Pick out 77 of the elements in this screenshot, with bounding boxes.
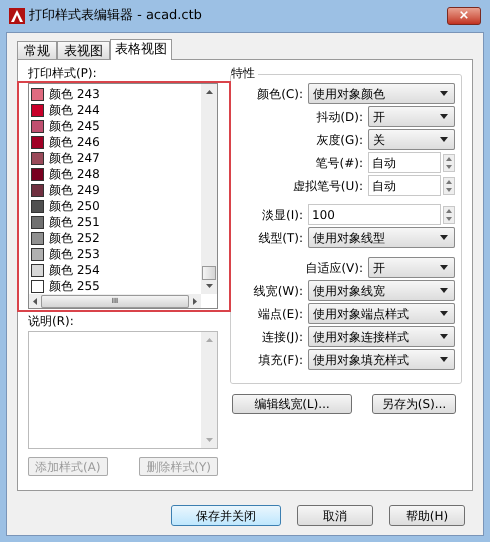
caret-icon (440, 114, 448, 119)
input-field[interactable]: 自动 (368, 175, 441, 196)
scroll-thumb[interactable] (202, 266, 216, 280)
dropdown-value: 使用对象线宽 (313, 282, 385, 300)
caret-icon (440, 265, 448, 270)
dropdown-value: 开 (373, 108, 385, 126)
dropdown[interactable]: 使用对象填充样式 (308, 349, 455, 370)
group-title: 特性 (231, 66, 258, 81)
input-field[interactable]: 自动 (368, 152, 441, 173)
app-logo-icon (9, 8, 25, 24)
tab[interactable]: 表格视图 (110, 39, 172, 60)
dropdown[interactable]: 使用对象连接样式 (308, 326, 455, 347)
field-label: 颜色(C): (257, 86, 303, 102)
caret-icon (440, 91, 448, 96)
caret-icon (440, 311, 448, 316)
list-item[interactable]: 颜色 253 (49, 245, 100, 263)
dropdown[interactable]: 使用对象线型 (308, 227, 455, 248)
scroll-up-icon[interactable] (206, 90, 212, 94)
field-label: 连接(J): (262, 328, 303, 346)
dropdown-value: 使用对象连接样式 (313, 328, 409, 346)
list-item[interactable]: 颜色 252 (49, 229, 100, 247)
dropdown[interactable]: 使用对象端点样式 (308, 303, 455, 324)
dropdown-value: 开 (373, 260, 385, 276)
field-label: 填充(F): (258, 352, 303, 368)
dialog-button[interactable]: 帮助(H) (389, 505, 465, 526)
list-item[interactable]: 颜色 247 (49, 149, 100, 167)
description-label: 说明(R): (28, 314, 75, 329)
caret-icon (440, 288, 448, 293)
dropdown-value: 使用对象线型 (313, 230, 385, 246)
field-label: 端点(E): (258, 306, 303, 322)
list-item[interactable]: 颜色 254 (49, 261, 100, 279)
list-item[interactable]: 颜色 244 (49, 101, 100, 119)
dropdown[interactable]: 使用对象线宽 (308, 280, 455, 301)
dialog-button[interactable]: 取消 (297, 505, 373, 526)
field-label: 线型(T): (258, 230, 303, 246)
list-item[interactable]: 颜色 243 (49, 85, 100, 103)
vertical-scrollbar[interactable] (201, 84, 217, 294)
window-title: 打印样式表编辑器 - acad.ctb (29, 7, 202, 26)
caret-icon (440, 357, 448, 362)
dropdown[interactable]: 关 (368, 129, 455, 150)
list-item[interactable]: 颜色 250 (49, 197, 100, 215)
dropdown[interactable]: 开 (368, 257, 455, 278)
scroll-left-icon[interactable] (33, 298, 37, 304)
list-item[interactable]: 颜色 255 (49, 277, 100, 295)
list-item[interactable]: 颜色 251 (49, 213, 100, 231)
tab[interactable]: 表视图 (57, 41, 110, 59)
scroll-down-icon[interactable] (206, 284, 212, 288)
spinner-arrows[interactable] (443, 154, 455, 172)
field-label: 线宽(W): (254, 282, 303, 300)
caret-icon (440, 137, 448, 142)
dialog-button[interactable]: 编辑线宽(L)... (232, 394, 352, 414)
input-field[interactable]: 100 (308, 204, 441, 225)
dropdown-value: 关 (373, 132, 385, 148)
dropdown-value: 使用对象端点样式 (313, 306, 409, 322)
scroll-right-icon[interactable] (193, 298, 197, 304)
caret-icon (440, 235, 448, 240)
list-item[interactable]: 颜色 249 (49, 181, 100, 199)
field-label: 灰度(G): (316, 132, 363, 148)
list-item[interactable]: 颜色 248 (49, 165, 100, 183)
list-label: 打印样式(P): (28, 66, 98, 81)
list-item[interactable]: 颜色 245 (49, 117, 100, 135)
dropdown-value: 使用对象填充样式 (313, 352, 409, 368)
field-label: 抖动(D): (316, 108, 363, 126)
list-item[interactable]: 颜色 246 (49, 133, 100, 151)
tab[interactable]: 常规 (17, 41, 57, 59)
dropdown[interactable]: 使用对象颜色 (308, 83, 455, 104)
dialog-button[interactable]: 另存为(S)... (372, 394, 456, 414)
dropdown-value: 使用对象颜色 (313, 86, 385, 102)
field-label: 笔号(#): (316, 154, 363, 172)
dialog-button[interactable]: 保存并关闭 (171, 505, 281, 526)
spinner-arrows[interactable] (443, 176, 455, 194)
dropdown[interactable]: 开 (368, 106, 455, 127)
field-label: 自适应(V): (305, 260, 363, 276)
caret-icon (440, 334, 448, 339)
field-label: 淡显(I): (262, 206, 303, 224)
spinner-arrows[interactable] (443, 206, 455, 224)
field-label: 虚拟笔号(U): (292, 178, 363, 194)
